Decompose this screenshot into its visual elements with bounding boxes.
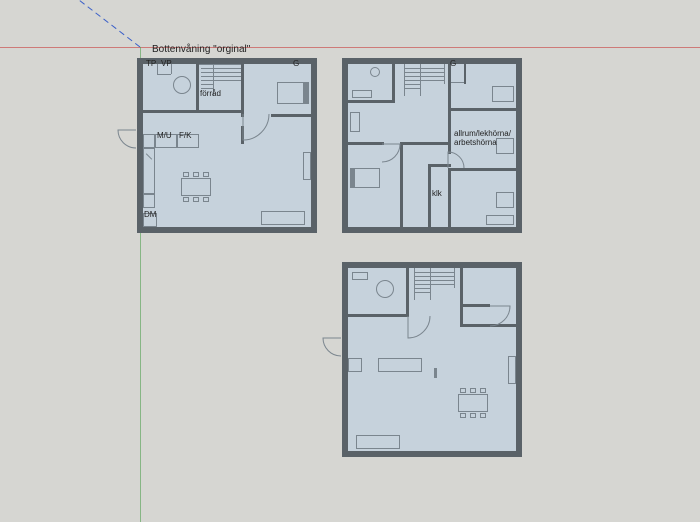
door-arc-c: [323, 338, 343, 358]
plan-c: [342, 262, 522, 457]
label-g-b: G: [450, 60, 456, 69]
label-g: G: [293, 60, 299, 69]
label-tp: TP: [146, 60, 156, 69]
label-forrad: förråd: [200, 90, 221, 99]
label-mu: M/U: [157, 132, 172, 141]
plan-a: [137, 58, 317, 233]
label-vp: VP: [161, 60, 172, 69]
label-allrum: allrum/lekhörna/ arbetshörna: [454, 130, 511, 148]
axis-x: [0, 47, 700, 48]
label-dm: DM: [144, 211, 156, 220]
plan-a-title: Bottenvåning "orginal": [152, 44, 250, 55]
label-klk: klk: [432, 190, 442, 199]
label-fk: F/K: [179, 132, 191, 141]
door-arc: [118, 130, 138, 150]
